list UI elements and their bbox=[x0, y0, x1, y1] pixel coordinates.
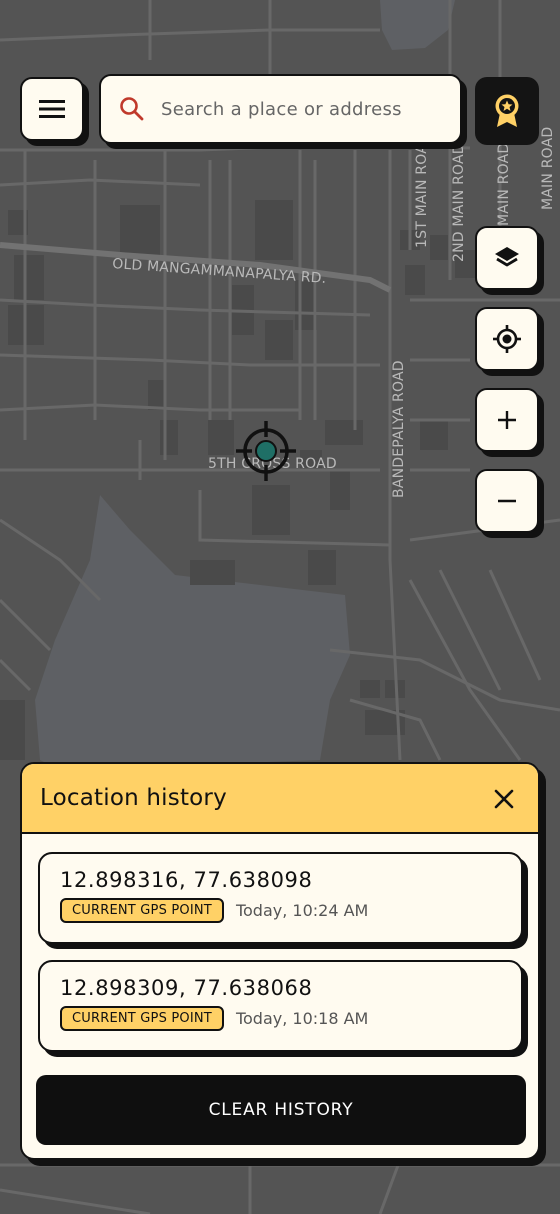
close-icon[interactable] bbox=[492, 787, 516, 811]
history-coords: 12.898316, 77.638098 bbox=[60, 868, 313, 892]
road-label-bandepalya: BANDEPALYA ROAD bbox=[391, 360, 407, 498]
zoom-out-button[interactable] bbox=[475, 469, 539, 533]
hamburger-menu-icon bbox=[39, 100, 65, 118]
layers-icon bbox=[495, 247, 519, 267]
locate-target-icon bbox=[493, 325, 521, 353]
history-timestamp: Today, 10:24 AM bbox=[235, 901, 369, 920]
panel-header: Location history bbox=[22, 764, 538, 834]
location-history-panel: Location history 12.898316, 77.638098 CU… bbox=[20, 762, 540, 1160]
history-item[interactable]: 12.898309, 77.638068 CURRENT GPS POINT T… bbox=[38, 960, 523, 1052]
road-label-first-main: 1ST MAIN ROAD bbox=[414, 133, 430, 248]
gps-point-badge: CURRENT GPS POINT bbox=[60, 1006, 224, 1031]
minus-icon bbox=[498, 499, 516, 503]
road-label-main-b: MAIN ROAD bbox=[540, 127, 556, 210]
menu-button[interactable] bbox=[20, 77, 84, 141]
locate-me-button[interactable] bbox=[475, 307, 539, 371]
clear-history-button[interactable]: CLEAR HISTORY bbox=[36, 1075, 526, 1145]
award-badge-icon bbox=[495, 94, 519, 127]
history-item[interactable]: 12.898316, 77.638098 CURRENT GPS POINT T… bbox=[38, 852, 523, 944]
search-input[interactable]: Search a place or address bbox=[99, 74, 462, 144]
layers-button[interactable] bbox=[475, 226, 539, 290]
history-timestamp: Today, 10:18 AM bbox=[235, 1009, 369, 1028]
road-label-second-main: 2ND MAIN ROAD bbox=[451, 143, 467, 262]
search-icon bbox=[120, 97, 144, 121]
search-placeholder: Search a place or address bbox=[161, 98, 402, 120]
gps-point-badge: CURRENT GPS POINT bbox=[60, 898, 224, 923]
history-coords: 12.898309, 77.638068 bbox=[60, 976, 313, 1000]
road-label-main-a: MAIN ROAD bbox=[496, 143, 512, 226]
plus-icon bbox=[498, 411, 516, 429]
panel-title: Location history bbox=[40, 785, 227, 811]
achievements-button[interactable] bbox=[475, 77, 539, 145]
crosshair-icon bbox=[236, 421, 296, 481]
zoom-in-button[interactable] bbox=[475, 388, 539, 452]
